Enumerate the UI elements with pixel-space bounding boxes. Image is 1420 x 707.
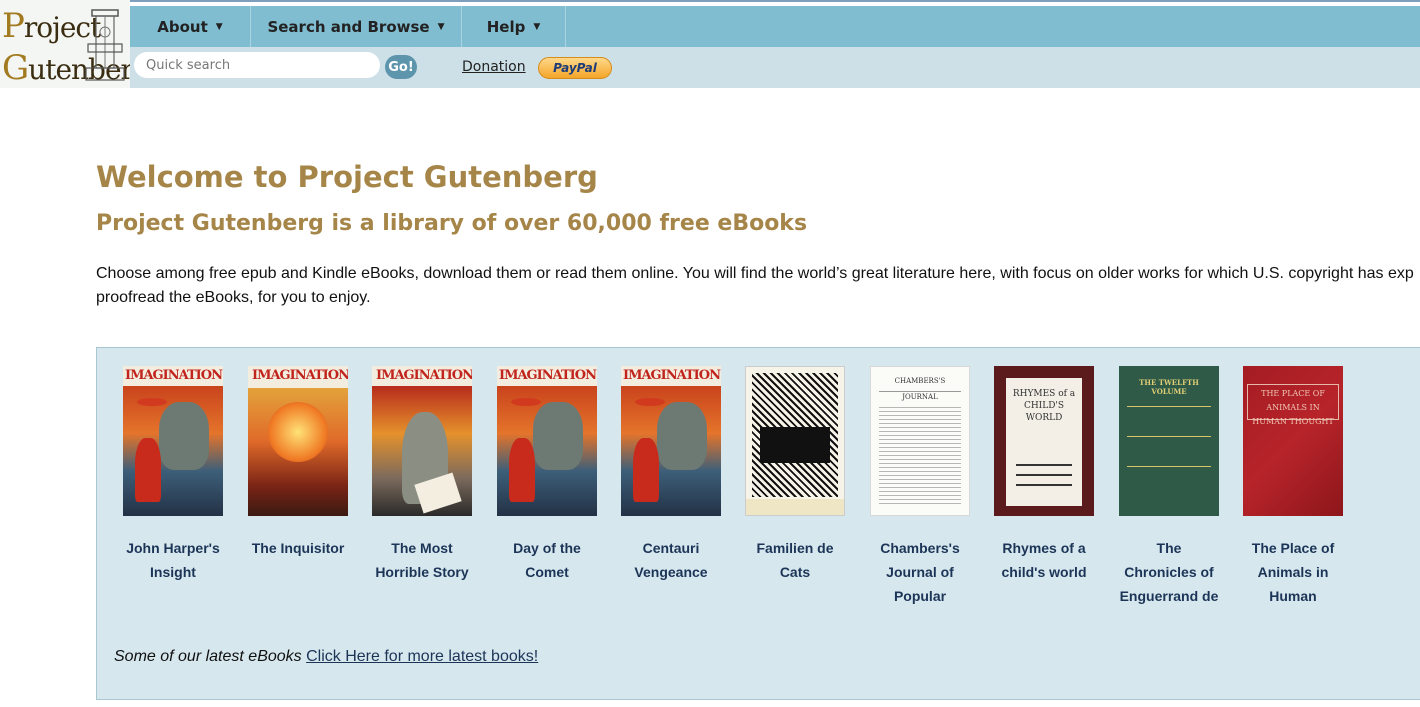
- nav-about-label: About: [157, 17, 208, 36]
- cover-masthead: IMAGINATION: [252, 368, 348, 383]
- cover-masthead: THE PLACE OF ANIMALS IN HUMAN THOUGHT: [1252, 389, 1334, 426]
- intro-text: Choose among free epub and Kindle eBooks…: [96, 262, 1420, 310]
- book-title-link[interactable]: The Chronicles of Enguerrand de: [1107, 536, 1231, 608]
- paypal-button[interactable]: PayPal: [538, 57, 612, 79]
- book-cover[interactable]: [745, 366, 845, 516]
- book-cover[interactable]: RHYMES of a CHILD'S WORLD: [994, 366, 1094, 516]
- cover-masthead: THE TWELFTH VOLUME: [1139, 378, 1199, 396]
- book-cover[interactable]: IMAGINATION: [123, 366, 223, 516]
- book-item[interactable]: IMAGINATION Day of the Comet: [485, 366, 609, 584]
- cover-masthead: IMAGINATION: [376, 368, 472, 383]
- book-item[interactable]: IMAGINATION The Inquisitor: [236, 366, 360, 560]
- book-title-link[interactable]: Rhymes of a child's world: [982, 536, 1106, 584]
- quick-search-input[interactable]: [134, 52, 380, 78]
- chevron-down-icon: ▼: [215, 21, 223, 32]
- book-cover[interactable]: IMAGINATION: [621, 366, 721, 516]
- page-subtitle: Project Gutenberg is a library of over 6…: [96, 211, 808, 236]
- book-title-link[interactable]: Chambers's Journal of Popular: [858, 536, 982, 608]
- search-go-button[interactable]: Go!: [385, 55, 417, 79]
- cover-masthead: IMAGINATION: [623, 368, 721, 383]
- donation-link[interactable]: Donation: [462, 59, 526, 75]
- book-cover[interactable]: IMAGINATION: [372, 366, 472, 516]
- book-item[interactable]: IMAGINATION The Most Horrible Story: [360, 366, 484, 584]
- book-title-link[interactable]: Centauri Vengeance: [609, 536, 733, 584]
- main-nav-bar: About ▼ Search and Browse ▼ Help ▼: [130, 6, 1420, 47]
- search-bar: Go! Donation PayPal: [130, 47, 1420, 88]
- book-cover[interactable]: THE PLACE OF ANIMALS IN HUMAN THOUGHT: [1243, 366, 1343, 516]
- book-title-link[interactable]: The Most Horrible Story: [360, 536, 484, 584]
- latest-books-footer: Some of our latest eBooks Click Here for…: [114, 648, 538, 666]
- page-title: Welcome to Project Gutenberg: [96, 160, 598, 194]
- cover-masthead: IMAGINATION: [125, 368, 223, 383]
- latest-books-panel: IMAGINATION John Harper's Insight IMAGINA…: [96, 347, 1420, 700]
- book-cover[interactable]: IMAGINATION: [497, 366, 597, 516]
- chevron-down-icon: ▼: [533, 21, 541, 32]
- intro-line-2: proofread the eBooks, for you to enjoy.: [96, 289, 371, 306]
- book-title-link[interactable]: Familien de Cats: [733, 536, 857, 584]
- book-title-link[interactable]: The Inquisitor: [236, 536, 360, 560]
- nav-help[interactable]: Help ▼: [462, 6, 566, 47]
- book-cover[interactable]: CHAMBERS'S JOURNAL: [870, 366, 970, 516]
- book-title-link[interactable]: John Harper's Insight: [111, 536, 235, 584]
- nav-about[interactable]: About ▼: [130, 6, 251, 47]
- book-item[interactable]: RHYMES of a CHILD'S WORLD Rhymes of a chi…: [982, 366, 1106, 584]
- book-title-link[interactable]: The Place of Animals in Human: [1231, 536, 1355, 608]
- nav-search-browse-label: Search and Browse: [267, 17, 430, 36]
- more-latest-books-link[interactable]: Click Here for more latest books!: [306, 648, 538, 665]
- nav-search-and-browse[interactable]: Search and Browse ▼: [251, 6, 462, 47]
- book-cover[interactable]: THE TWELFTH VOLUME: [1119, 366, 1219, 516]
- cover-masthead: CHAMBERS'S JOURNAL: [894, 377, 946, 401]
- intro-line-1: Choose among free epub and Kindle eBooks…: [96, 265, 1414, 282]
- cover-masthead: RHYMES of a CHILD'S WORLD: [1012, 389, 1076, 423]
- book-item[interactable]: Familien de Cats: [733, 366, 857, 584]
- book-item[interactable]: IMAGINATION Centauri Vengeance: [609, 366, 733, 584]
- book-item[interactable]: THE TWELFTH VOLUME The Chronicles of Engue…: [1107, 366, 1231, 608]
- project-gutenberg-logo[interactable]: Project Gutenberg: [0, 0, 130, 88]
- printing-press-icon: [85, 9, 125, 81]
- book-cover[interactable]: IMAGINATION: [248, 366, 348, 516]
- latest-books-text: Some of our latest eBooks: [114, 648, 302, 665]
- book-item[interactable]: IMAGINATION John Harper's Insight: [111, 366, 235, 584]
- book-title-link[interactable]: Day of the Comet: [485, 536, 609, 584]
- book-item[interactable]: THE PLACE OF ANIMALS IN HUMAN THOUGHT Th…: [1231, 366, 1355, 608]
- book-item[interactable]: CHAMBERS'S JOURNAL Chambers's Journal of P…: [858, 366, 982, 608]
- nav-help-label: Help: [486, 17, 526, 36]
- browser-frame-edge: [112, 0, 1420, 4]
- cover-masthead: IMAGINATION: [499, 368, 597, 383]
- chevron-down-icon: ▼: [437, 21, 445, 32]
